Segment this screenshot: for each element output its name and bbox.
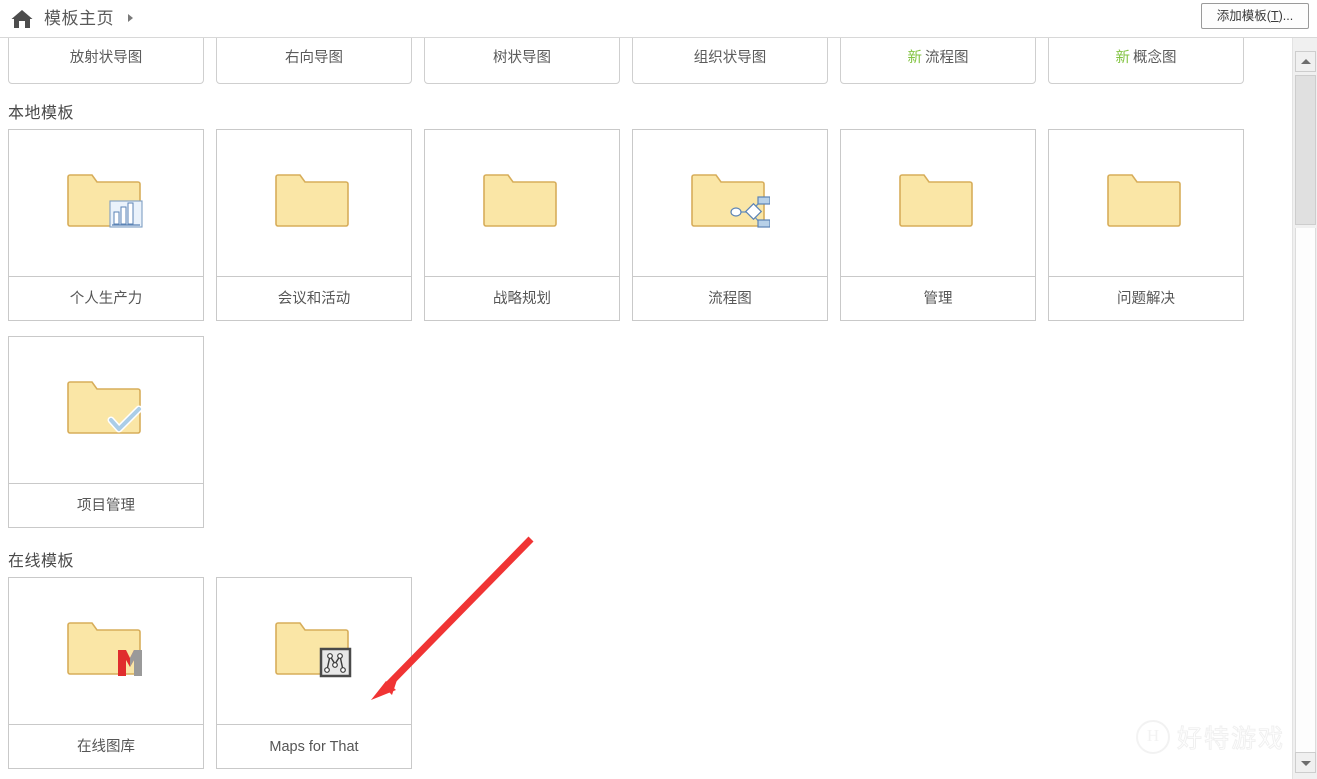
home-icon[interactable] <box>8 5 36 33</box>
card-label: 管理 <box>923 291 953 307</box>
card-thumbnail <box>841 130 1035 277</box>
folder-check-icon <box>66 373 146 448</box>
add-template-button[interactable]: 添加模板(T)... <box>1201 3 1309 29</box>
folder-flowchart-icon <box>690 166 771 241</box>
folder-maps-icon <box>274 614 354 689</box>
type-button-label: 流程图 <box>925 50 969 66</box>
card-label: 战略规划 <box>493 291 551 307</box>
type-button-flowchart[interactable]: 新流程图 <box>840 38 1036 84</box>
folder-icon <box>482 166 562 241</box>
card-thumbnail <box>1049 130 1243 277</box>
template-card-strategic-planning[interactable]: 战略规划 <box>424 129 620 321</box>
card-label: 问题解决 <box>1117 291 1175 307</box>
new-badge: 新 <box>1115 50 1131 66</box>
scroll-track[interactable] <box>1295 228 1316 753</box>
card-label: 会议和活动 <box>277 291 351 307</box>
type-button-label: 右向导图 <box>285 50 343 66</box>
template-card-personal-productivity[interactable]: 个人生产力 <box>8 129 204 321</box>
add-template-mnemonic: T <box>1270 9 1279 23</box>
type-button-label: 树状导图 <box>493 50 551 66</box>
folder-chart-icon <box>66 166 146 241</box>
template-card-meetings-events[interactable]: 会议和活动 <box>216 129 412 321</box>
add-template-label-suffix: )... <box>1278 9 1294 23</box>
scroll-down-icon[interactable] <box>1295 752 1316 773</box>
new-badge: 新 <box>907 50 923 66</box>
scroll-up-arrow-glyph <box>1300 58 1311 64</box>
card-label: 项目管理 <box>77 498 135 514</box>
folder-icon <box>1106 166 1186 241</box>
type-button-concept-map[interactable]: 新概念图 <box>1048 38 1244 84</box>
scroll-down-arrow-glyph <box>1300 760 1311 766</box>
type-button-rightward[interactable]: 右向导图 <box>216 38 412 84</box>
folder-icon <box>274 166 354 241</box>
card-thumbnail <box>217 578 411 725</box>
breadcrumb[interactable]: 模板主页 <box>44 6 114 32</box>
card-label: 流程图 <box>708 291 752 307</box>
card-thumbnail <box>9 337 203 484</box>
type-button-org[interactable]: 组织状导图 <box>632 38 828 84</box>
type-button-label: 放射状导图 <box>69 50 143 66</box>
chevron-right-icon[interactable] <box>128 14 133 22</box>
template-card-management[interactable]: 管理 <box>840 129 1036 321</box>
card-thumbnail <box>425 130 619 277</box>
add-template-label-prefix: 添加模板( <box>1216 9 1271 23</box>
template-card-project-management[interactable]: 项目管理 <box>8 336 204 528</box>
type-button-tree[interactable]: 树状导图 <box>424 38 620 84</box>
scroll-up-icon[interactable] <box>1295 51 1316 72</box>
vertical-scrollbar[interactable] <box>1292 38 1317 779</box>
type-button-label: 概念图 <box>1133 50 1177 66</box>
type-button-radial[interactable]: 放射状导图 <box>8 38 204 84</box>
template-gallery-content: 放射状导图 右向导图 树状导图 组织状导图 新流程图 新概念图 本地模板 个人生… <box>0 38 1292 779</box>
type-button-label: 组织状导图 <box>693 50 767 66</box>
top-bar: 模板主页 添加模板(T)... <box>0 0 1317 38</box>
folder-gallery-icon <box>66 614 146 689</box>
card-label: 个人生产力 <box>69 291 143 307</box>
card-thumbnail <box>633 130 827 277</box>
card-thumbnail <box>9 578 203 725</box>
template-card-flowchart[interactable]: 流程图 <box>632 129 828 321</box>
folder-icon <box>898 166 978 241</box>
section-title-online: 在线模板 <box>8 553 75 570</box>
card-thumbnail <box>9 130 203 277</box>
card-label: Maps for That <box>269 739 359 755</box>
scroll-thumb[interactable] <box>1295 75 1316 225</box>
diagram-type-row: 放射状导图 右向导图 树状导图 组织状导图 新流程图 新概念图 <box>8 38 1246 84</box>
card-thumbnail <box>217 130 411 277</box>
card-label: 在线图库 <box>77 739 135 755</box>
template-card-maps-for-that[interactable]: Maps for That <box>216 577 412 769</box>
template-card-online-gallery[interactable]: 在线图库 <box>8 577 204 769</box>
template-card-problem-solving[interactable]: 问题解决 <box>1048 129 1244 321</box>
section-title-local: 本地模板 <box>8 105 75 122</box>
